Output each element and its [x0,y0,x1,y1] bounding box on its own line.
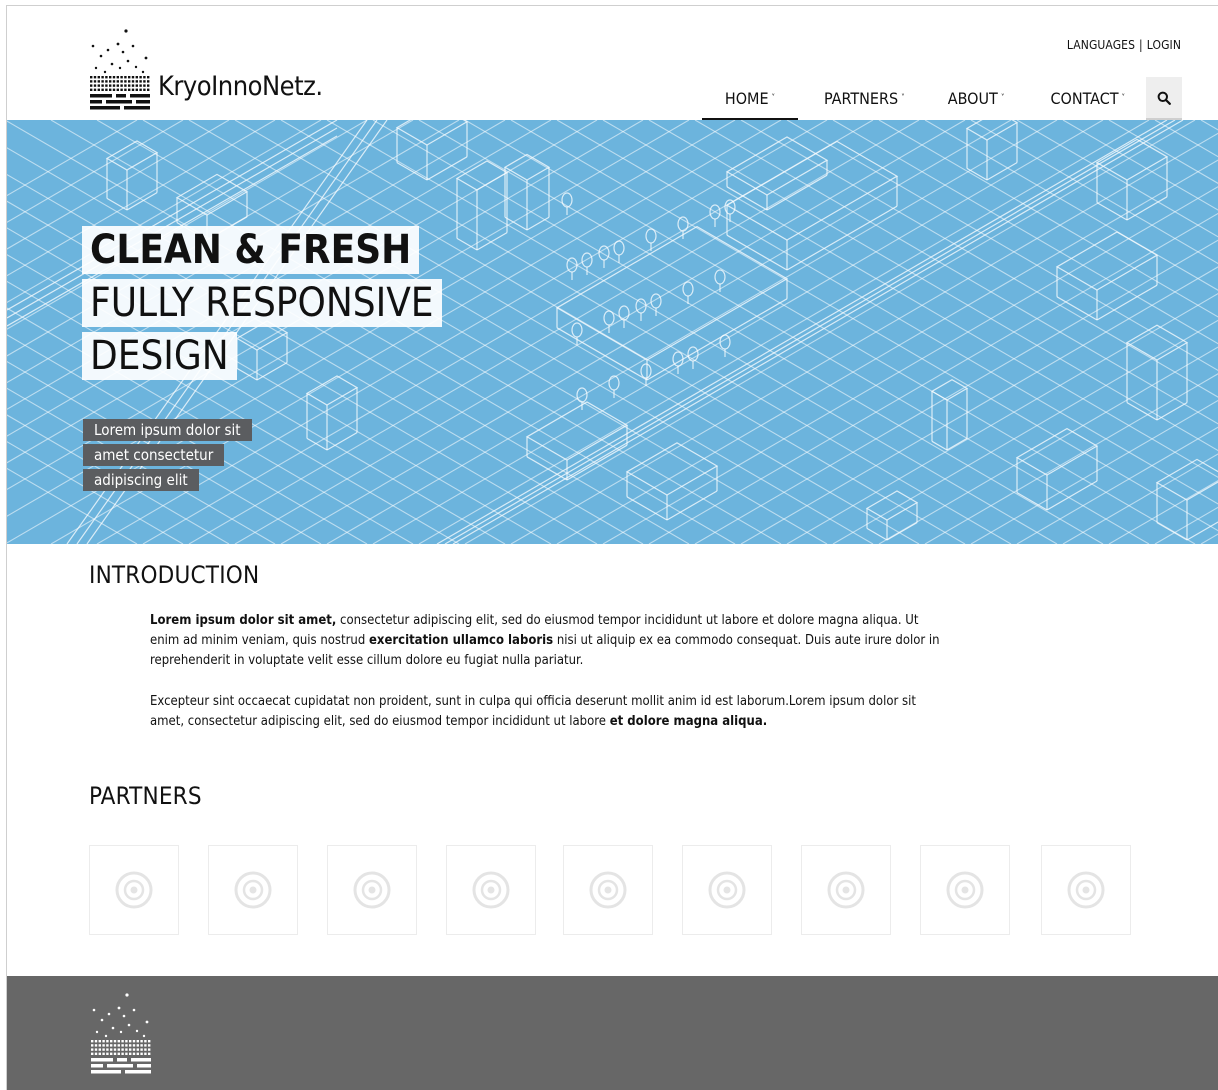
top-links-separator: | [1139,38,1143,52]
target-icon [946,871,984,909]
partners-heading: PARTNERS [89,782,202,810]
target-icon [234,871,272,909]
logo-mark-icon [90,29,150,110]
partner-logo[interactable] [682,845,772,935]
partner-logo[interactable] [563,845,653,935]
target-icon [827,871,865,909]
hero-subtitle-line1: Lorem ipsum dolor sit [83,419,252,441]
nav-item-about[interactable]: ABOUT ˅ [948,77,1005,120]
target-icon [1067,871,1105,909]
target-icon [115,871,153,909]
intro-paragraph-2: Excepteur sint occaecat cupidatat non pr… [150,692,940,732]
partner-logo[interactable] [1041,845,1131,935]
partner-logo[interactable] [208,845,298,935]
partner-logo[interactable] [801,845,891,935]
nav-item-label: ABOUT [947,89,998,108]
brand-name: KryoInnoNetz. [158,71,323,102]
partner-logo[interactable] [920,845,1010,935]
nav-item-label: PARTNERS [824,89,899,108]
page-frame-top [6,5,1218,6]
intro-paragraph-1: Lorem ipsum dolor sit amet, consectetur … [150,611,940,671]
partner-logo[interactable] [327,845,417,935]
brand-logo[interactable]: KryoInnoNetz. [88,28,323,112]
chevron-down-icon: ˅ [771,93,776,102]
hero-title-line3: DESIGN [82,332,237,380]
footer [7,976,1218,1090]
target-icon [589,871,627,909]
intro-bold-text: et dolore magna aliqua. [609,714,768,729]
intro-heading: INTRODUCTION [89,561,260,589]
nav-item-label: HOME [724,89,769,108]
chevron-down-icon: ˅ [1121,93,1126,102]
hero-subtitle-line2: amet consectetur [83,444,225,466]
target-icon [353,871,391,909]
languages-link[interactable]: LANGUAGES [1067,38,1135,52]
intro-bold-text: Lorem ipsum dolor sit amet, [150,613,337,628]
login-link[interactable]: LOGIN [1147,38,1181,52]
intro-text: Excepteur sint occaecat cupidatat non pr… [150,694,916,729]
hero-title-line2: FULLY RESPONSIVE [82,279,442,327]
footer-logo-icon [91,993,151,1074]
hero-subtitle-line3: adipiscing elit [83,469,199,491]
search-icon [1157,91,1171,105]
chevron-down-icon: ˅ [901,93,905,102]
hero-title-line1: CLEAN & FRESH [82,226,420,274]
nav-item-label: CONTACT [1050,89,1119,108]
partner-logo[interactable] [446,845,536,935]
nav-item-partners[interactable]: PARTNERS ˅ [824,77,905,120]
nav-item-home[interactable]: HOME ˅ [702,77,798,121]
partner-logo[interactable] [89,845,179,935]
search-button[interactable] [1146,77,1182,120]
top-links: LANGUAGES | LOGIN [1067,38,1181,52]
chevron-down-icon: ˅ [1000,93,1005,102]
target-icon [472,871,510,909]
target-icon [708,871,746,909]
nav-item-contact[interactable]: CONTACT ˅ [1050,77,1125,120]
main-nav: HOME ˅ PARTNERS ˅ ABOUT ˅ CONTACT ˅ [702,77,1125,121]
hero-banner: CLEAN & FRESH FULLY RESPONSIVE DESIGN Lo… [7,120,1218,544]
intro-bold-text: exercitation ullamco laboris [368,633,554,648]
